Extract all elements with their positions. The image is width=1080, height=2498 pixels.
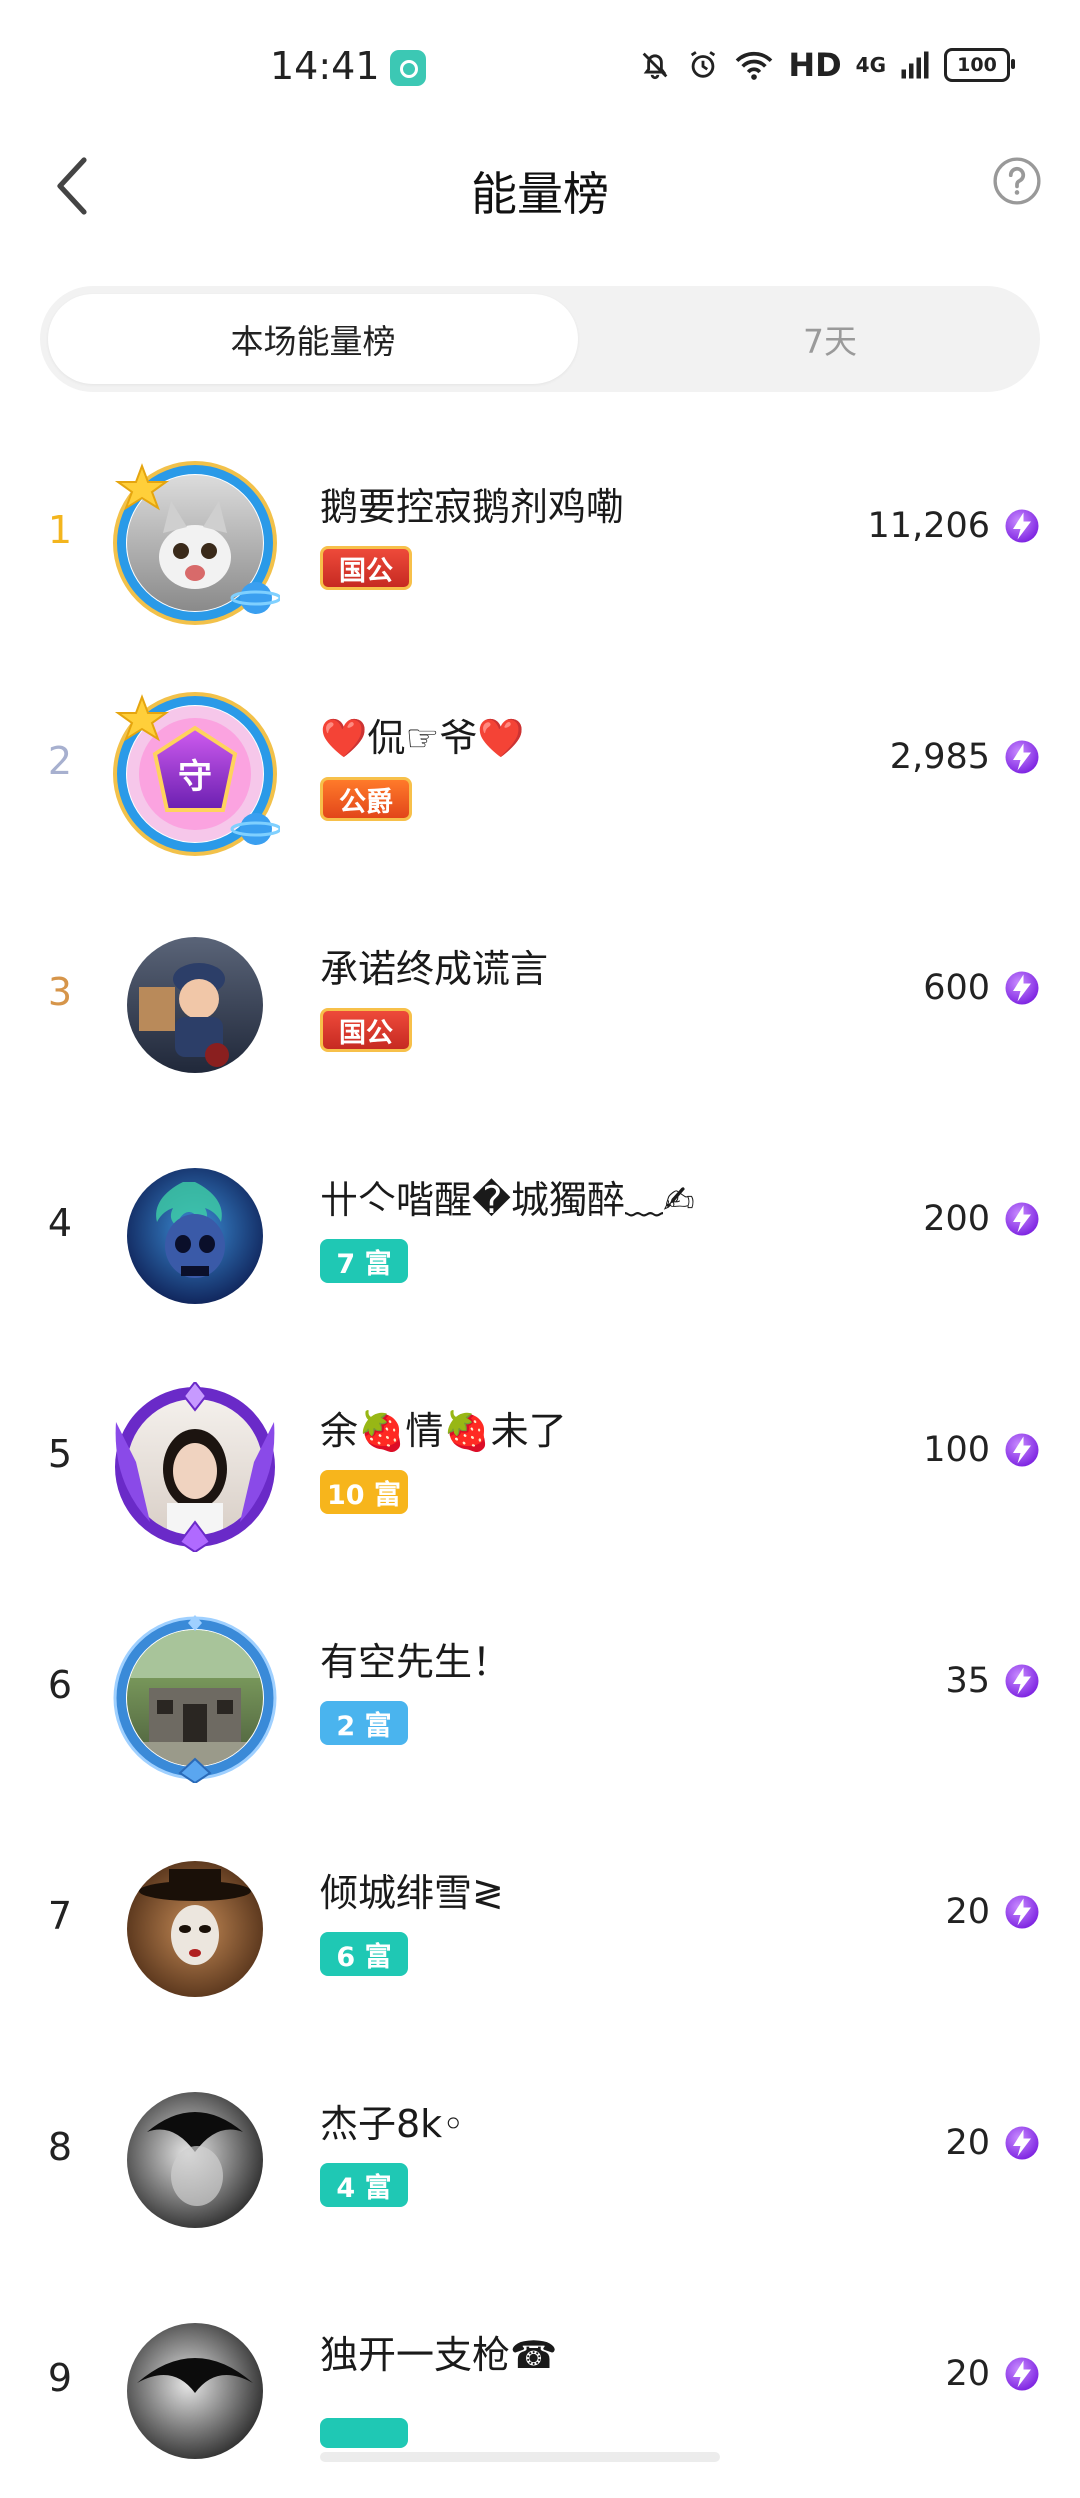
score-value: 2,985 <box>889 737 990 777</box>
hd-indicator: HD <box>788 46 842 84</box>
score-value: 11,206 <box>867 506 990 546</box>
energy-icon <box>1004 739 1040 775</box>
rank-number: 5 <box>47 1432 73 1476</box>
score-value: 100 <box>923 1430 990 1470</box>
username: 有空先生！ <box>320 1640 511 1684</box>
progress-bar <box>320 2452 720 2462</box>
user-avatar[interactable]: 守 <box>110 689 280 859</box>
user-avatar[interactable] <box>110 2075 280 2245</box>
battery-level: 100 <box>957 54 997 76</box>
user-avatar[interactable] <box>110 920 280 1090</box>
avatar-image <box>127 1168 263 1304</box>
energy-score: 11,206 <box>868 506 1040 546</box>
energy-score: 600 <box>923 968 1040 1008</box>
signal-icon <box>901 51 929 79</box>
help-button[interactable] <box>992 156 1042 206</box>
ranking-row[interactable]: 5 余🍓情🍓未了 10 富 100 <box>0 1344 1080 1574</box>
energy-icon <box>1004 1201 1040 1237</box>
score-value: 200 <box>923 1199 990 1239</box>
mute-bell-icon <box>642 52 668 80</box>
avatar-image <box>127 1861 263 1997</box>
energy-score: 100 <box>923 1430 1040 1470</box>
rank-number: 1 <box>47 508 73 552</box>
level-badge <box>320 2418 408 2448</box>
score-value: 20 <box>945 2123 990 2163</box>
energy-icon <box>1004 508 1040 544</box>
user-avatar[interactable] <box>110 1151 280 1321</box>
level-badge: 10 富 <box>320 1470 408 1514</box>
level-badge: 4 富 <box>320 2163 408 2207</box>
question-circle-icon <box>993 157 1041 205</box>
user-avatar[interactable] <box>110 2306 280 2476</box>
ranking-row[interactable]: 7 倾城绯雪≷ 6 富 20 <box>0 1806 1080 2036</box>
wifi-icon <box>736 51 773 80</box>
score-value: 20 <box>945 1892 990 1932</box>
username: 余🍓情🍓未了 <box>320 1409 567 1453</box>
username: 卄亽喈醒�城獨醉﹏✍ <box>320 1178 695 1222</box>
energy-icon <box>1004 970 1040 1006</box>
status-bar: 14:41 HD 4G 100 <box>0 0 1080 136</box>
score-value: 35 <box>945 1661 990 1701</box>
energy-score: 2,985 <box>890 737 1040 777</box>
ranking-row[interactable]: 9 独开一支枪☎ 20 <box>0 2268 1080 2498</box>
rank-number: 6 <box>47 1663 73 1707</box>
username: 独开一支枪☎ <box>320 2333 558 2377</box>
score-value: 20 <box>945 2354 990 2394</box>
ranking-row[interactable]: 3 承诺终成谎言 国公 600 <box>0 882 1080 1112</box>
energy-score: 20 <box>945 1892 1040 1932</box>
username: ❤️侃☞爷❤️ <box>320 716 525 760</box>
user-avatar[interactable] <box>110 1613 280 1783</box>
tab-current-session[interactable]: 本场能量榜 <box>48 294 578 384</box>
ranking-row[interactable]: 4 卄亽喈醒�城獨醉﹏✍ 7 富 200 <box>0 1113 1080 1343</box>
energy-icon <box>1004 2356 1040 2392</box>
level-badge: 公爵 <box>320 777 412 821</box>
app-notification-icon <box>390 50 426 86</box>
level-badge: 7 富 <box>320 1239 408 1283</box>
rank-number: 4 <box>47 1201 73 1245</box>
energy-score: 20 <box>945 2123 1040 2163</box>
ranking-row[interactable]: 6 有空先生！ 2 富 35 <box>0 1575 1080 1805</box>
period-tabs: 本场能量榜 7天 <box>40 286 1040 392</box>
username: 鹅要控寂鹅剂鸡嘞 <box>320 485 625 529</box>
network-type: 4G <box>855 53 886 77</box>
avatar-image <box>127 2323 263 2459</box>
level-badge: 国公 <box>320 1008 412 1052</box>
avatar-image <box>127 937 263 1073</box>
tab-7-days[interactable]: 7天 <box>580 294 1080 384</box>
level-badge: 6 富 <box>320 1932 408 1976</box>
alarm-icon <box>691 51 716 78</box>
energy-score: 200 <box>923 1199 1040 1239</box>
user-avatar[interactable] <box>110 1844 280 2014</box>
username: 倾城绯雪≷ <box>320 1871 504 1915</box>
status-icons: HD 4G 100 <box>638 46 1015 84</box>
page-title: 能量榜 <box>471 167 609 221</box>
username: 杰子8k◦ <box>320 2102 465 2146</box>
username: 承诺终成谎言 <box>320 947 549 991</box>
energy-icon <box>1004 1663 1040 1699</box>
level-badge: 国公 <box>320 546 412 590</box>
avatar-image <box>127 2092 263 2228</box>
battery-icon: 100 <box>944 48 1015 82</box>
ranking-row[interactable]: 8 杰子8k◦ 4 富 20 <box>0 2037 1080 2267</box>
energy-icon <box>1004 1894 1040 1930</box>
rank-number: 7 <box>47 1894 73 1938</box>
header: 能量榜 <box>0 136 1080 236</box>
ranking-row[interactable]: 1 鹅要控寂鹅剂鸡嘞 国公 11,206 <box>0 420 1080 650</box>
energy-icon <box>1004 2125 1040 2161</box>
ranking-row[interactable]: 2 守 ❤️侃☞爷❤️ 公爵 2,985 <box>0 651 1080 881</box>
status-time: 14:41 <box>270 44 380 88</box>
score-value: 600 <box>923 968 990 1008</box>
rank-number: 2 <box>47 739 73 783</box>
rank-number: 3 <box>47 970 73 1014</box>
energy-score: 20 <box>945 2354 1040 2394</box>
rank-number: 9 <box>47 2356 73 2400</box>
energy-icon <box>1004 1432 1040 1468</box>
level-badge: 2 富 <box>320 1701 408 1745</box>
user-avatar[interactable] <box>110 1382 280 1552</box>
energy-score: 35 <box>945 1661 1040 1701</box>
rank-number: 8 <box>47 2125 73 2169</box>
user-avatar[interactable] <box>110 458 280 628</box>
